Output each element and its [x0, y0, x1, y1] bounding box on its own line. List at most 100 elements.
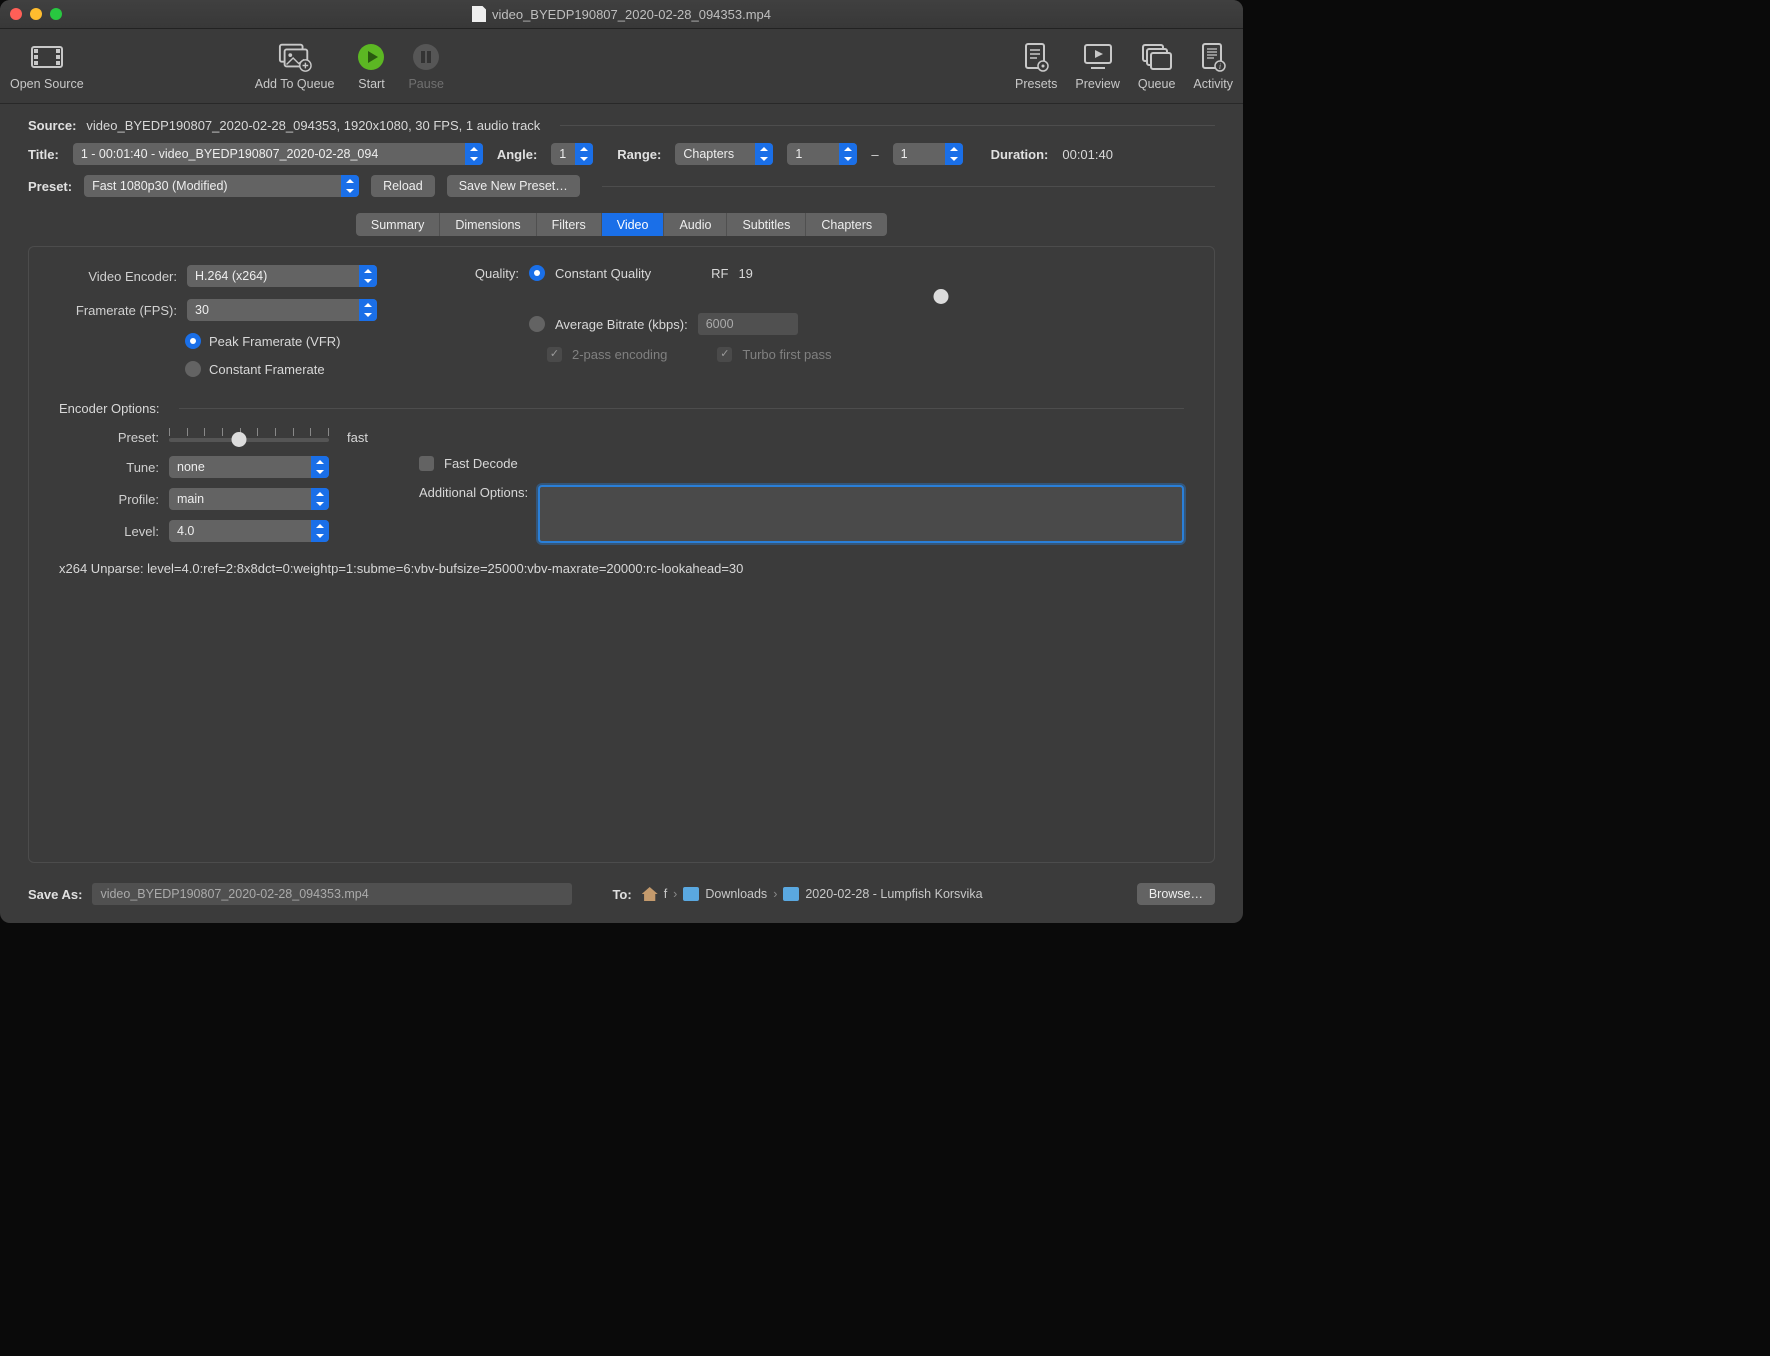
document-info-icon: i	[1196, 41, 1230, 73]
footer: Save As: To: f › Downloads › 2020-02-28 …	[0, 873, 1243, 923]
fast-decode-checkbox[interactable]	[419, 456, 434, 471]
preview-button[interactable]: Preview	[1075, 41, 1119, 91]
source-label: Source:	[28, 118, 76, 133]
framerate-label: Framerate (FPS):	[59, 303, 177, 318]
folder-icon	[783, 887, 799, 901]
tab-dimensions[interactable]: Dimensions	[440, 213, 536, 236]
profile-label: Profile:	[59, 492, 159, 507]
additional-options-label: Additional Options:	[419, 485, 528, 500]
range-end-select[interactable]: 1	[893, 143, 963, 165]
title-select[interactable]: 1 - 00:01:40 - video_BYEDP190807_2020-02…	[73, 143, 483, 165]
peak-framerate-label: Peak Framerate (VFR)	[209, 334, 340, 349]
encoder-label: Video Encoder:	[59, 269, 177, 284]
svg-text:i: i	[1219, 62, 1221, 71]
constant-framerate-label: Constant Framerate	[209, 362, 325, 377]
preset-speed-slider[interactable]	[169, 428, 329, 446]
to-label: To:	[612, 887, 631, 902]
save-as-label: Save As:	[28, 887, 82, 902]
additional-options-input[interactable]	[538, 485, 1184, 543]
browse-button[interactable]: Browse…	[1137, 883, 1215, 905]
tab-video[interactable]: Video	[602, 213, 665, 236]
preset-label: Preset:	[28, 179, 72, 194]
constant-framerate-radio[interactable]	[185, 361, 201, 377]
avg-bitrate-label: Average Bitrate (kbps):	[555, 317, 688, 332]
tune-select[interactable]: none	[169, 456, 329, 478]
tab-subtitles[interactable]: Subtitles	[727, 213, 806, 236]
path-downloads[interactable]: Downloads	[705, 887, 767, 901]
constant-quality-label: Constant Quality	[555, 266, 651, 281]
maximize-button[interactable]	[50, 8, 62, 20]
preset-select[interactable]: Fast 1080p30 (Modified)	[84, 175, 359, 197]
peak-framerate-radio[interactable]	[185, 333, 201, 349]
enc-preset-label: Preset:	[59, 430, 159, 445]
breadcrumb: f › Downloads › 2020-02-28 - Lumpfish Ko…	[642, 887, 983, 901]
rf-slider[interactable]	[537, 293, 1184, 295]
path-folder[interactable]: 2020-02-28 - Lumpfish Korsvika	[805, 887, 982, 901]
title-row: Title: 1 - 00:01:40 - video_BYEDP190807_…	[28, 143, 1215, 165]
turbo-label: Turbo first pass	[742, 347, 831, 362]
duration-value: 00:01:40	[1062, 147, 1113, 162]
titlebar: video_BYEDP190807_2020-02-28_094353.mp4	[0, 0, 1243, 29]
range-mode-select[interactable]: Chapters	[675, 143, 773, 165]
quality-label: Quality:	[469, 266, 519, 281]
queue-button[interactable]: Queue	[1138, 41, 1176, 91]
title-label: Title:	[28, 147, 59, 162]
video-panel: Video Encoder: H.264 (x264) Framerate (F…	[28, 246, 1215, 863]
add-to-queue-button[interactable]: Add To Queue	[255, 41, 335, 91]
open-source-button[interactable]: Open Source	[10, 41, 84, 91]
fast-decode-label: Fast Decode	[444, 456, 518, 471]
preset-row: Preset: Fast 1080p30 (Modified) Reload S…	[28, 175, 1215, 197]
film-icon	[30, 41, 64, 73]
images-plus-icon	[278, 41, 312, 73]
chevron-icon: ›	[673, 887, 677, 901]
tab-filters[interactable]: Filters	[537, 213, 602, 236]
profile-select[interactable]: main	[169, 488, 329, 510]
tune-label: Tune:	[59, 460, 159, 475]
save-new-preset-button[interactable]: Save New Preset…	[447, 175, 580, 197]
pause-icon	[409, 41, 443, 73]
window-title: video_BYEDP190807_2020-02-28_094353.mp4	[492, 7, 771, 22]
app-window: video_BYEDP190807_2020-02-28_094353.mp4 …	[0, 0, 1243, 923]
tab-summary[interactable]: Summary	[356, 213, 440, 236]
content-area: Source: video_BYEDP190807_2020-02-28_094…	[0, 104, 1243, 873]
tab-audio[interactable]: Audio	[664, 213, 727, 236]
document-gear-icon	[1019, 41, 1053, 73]
angle-label: Angle:	[497, 147, 537, 162]
range-start-select[interactable]: 1	[787, 143, 857, 165]
save-as-input[interactable]	[92, 883, 572, 905]
avg-bitrate-radio[interactable]	[529, 316, 545, 332]
unparse-text: x264 Unparse: level=4.0:ref=2:8x8dct=0:w…	[59, 561, 743, 576]
level-select[interactable]: 4.0	[169, 520, 329, 542]
range-label: Range:	[617, 147, 661, 162]
source-row: Source: video_BYEDP190807_2020-02-28_094…	[28, 118, 1215, 133]
reload-button[interactable]: Reload	[371, 175, 435, 197]
home-icon	[642, 887, 658, 901]
monitor-play-icon	[1081, 41, 1115, 73]
range-sep: –	[871, 147, 878, 162]
window-controls	[10, 8, 62, 20]
file-icon	[472, 6, 486, 22]
angle-select[interactable]: 1	[551, 143, 593, 165]
duration-label: Duration:	[991, 147, 1049, 162]
tab-chapters[interactable]: Chapters	[806, 213, 887, 236]
start-button[interactable]: Start	[354, 41, 388, 91]
activity-button[interactable]: i Activity	[1193, 41, 1233, 91]
two-pass-checkbox	[547, 347, 562, 362]
presets-button[interactable]: Presets	[1015, 41, 1057, 91]
tabs: Summary Dimensions Filters Video Audio S…	[28, 213, 1215, 236]
constant-quality-radio[interactable]	[529, 265, 545, 281]
folder-icon	[683, 887, 699, 901]
encoder-select[interactable]: H.264 (x264)	[187, 265, 377, 287]
rf-value: 19	[738, 266, 752, 281]
framerate-select[interactable]: 30	[187, 299, 377, 321]
encoder-options-label: Encoder Options:	[59, 401, 159, 416]
close-button[interactable]	[10, 8, 22, 20]
play-icon	[354, 41, 388, 73]
pause-button: Pause	[408, 41, 443, 91]
turbo-checkbox	[717, 347, 732, 362]
rf-label: RF	[711, 266, 728, 281]
minimize-button[interactable]	[30, 8, 42, 20]
images-stack-icon	[1140, 41, 1174, 73]
path-user[interactable]: f	[664, 887, 667, 901]
source-value: video_BYEDP190807_2020-02-28_094353, 192…	[86, 118, 540, 133]
